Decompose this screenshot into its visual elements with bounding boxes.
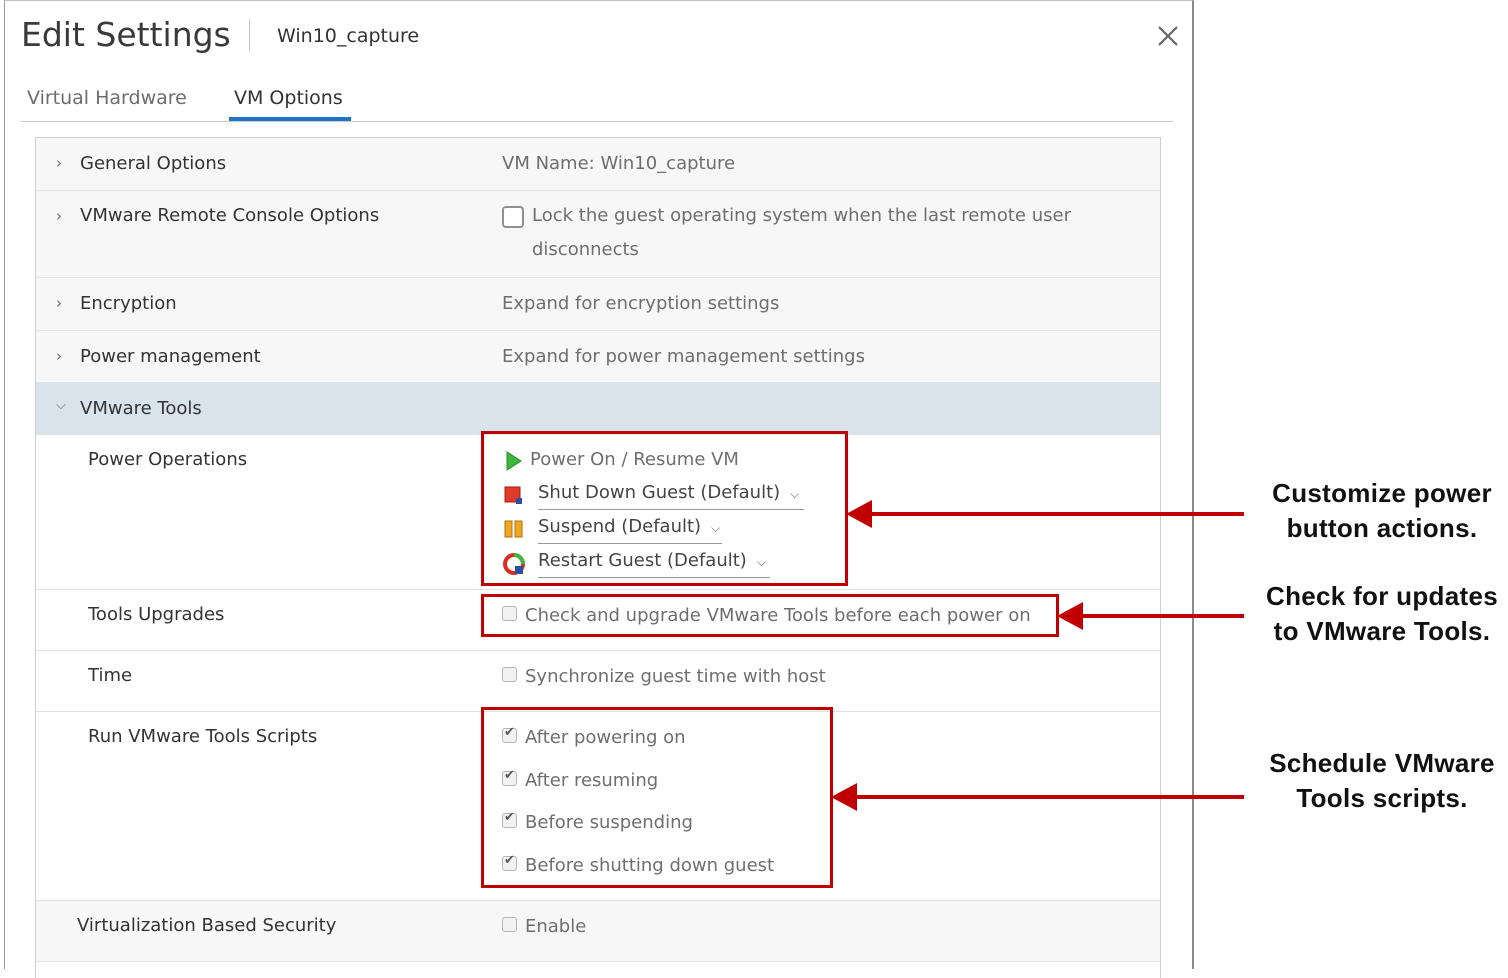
time-label: Time: [88, 665, 133, 686]
callout-power: Customize power button actions.: [1250, 476, 1508, 546]
title-separator: [249, 19, 250, 51]
encryption-label: Encryption: [80, 293, 177, 314]
power-operations-highlight: [481, 431, 848, 586]
run-scripts-label: Run VMware Tools Scripts: [88, 726, 318, 747]
section-power-management[interactable]: › Power management Expand for power mana…: [36, 331, 1160, 383]
tab-vm-options[interactable]: VM Options: [234, 87, 343, 109]
encryption-value: Expand for encryption settings: [502, 293, 780, 314]
arrow-head-scripts: [831, 783, 857, 811]
lock-guest-text-2: disconnects: [532, 239, 639, 260]
lock-guest-text-1: Lock the guest operating system when the…: [532, 205, 1071, 226]
section-virtualization-security: Virtualization Based Security Enable: [36, 901, 1160, 962]
tools-upgrades-highlight: [481, 594, 1059, 637]
callout-updates: Check for updates to VMware Tools.: [1252, 579, 1508, 649]
section-vmware-tools[interactable]: ⌵ VMware Tools: [36, 383, 1160, 435]
callout-updates-line2: to VMware Tools.: [1273, 616, 1491, 646]
tools-upgrades-label: Tools Upgrades: [88, 604, 225, 625]
arrow-line-updates: [1081, 614, 1244, 618]
arrow-line-power: [870, 512, 1244, 516]
chevron-right-icon[interactable]: ›: [56, 347, 62, 365]
tabs-divider: [21, 121, 1173, 122]
lock-guest-checkbox[interactable]: [502, 206, 524, 228]
callout-power-line2: button actions.: [1286, 513, 1478, 543]
callout-scripts: Schedule VMware Tools scripts.: [1252, 746, 1508, 816]
vm-name-subtitle: Win10_capture: [277, 25, 420, 47]
vbs-enable-text: Enable: [525, 916, 587, 937]
chevron-right-icon[interactable]: ›: [56, 207, 62, 225]
sync-time-checkbox[interactable]: [502, 667, 517, 682]
vm-name-value: VM Name: Win10_capture: [502, 153, 736, 174]
arrow-line-scripts: [855, 795, 1244, 799]
dialog-title: Edit Settings: [21, 15, 231, 54]
chevron-right-icon[interactable]: ›: [56, 154, 62, 172]
arrow-head-updates: [1057, 602, 1083, 630]
callout-updates-line1: Check for updates: [1266, 581, 1498, 611]
scripts-highlight: [481, 707, 833, 888]
section-remote-console[interactable]: › VMware Remote Console Options Lock the…: [36, 191, 1160, 278]
remote-console-label: VMware Remote Console Options: [80, 205, 380, 226]
general-options-label: General Options: [80, 153, 227, 174]
callout-scripts-line2: Tools scripts.: [1296, 783, 1468, 813]
vmware-tools-label: VMware Tools: [80, 398, 202, 419]
time-row: Time Synchronize guest time with host: [36, 651, 1160, 712]
chevron-down-icon[interactable]: ⌵: [56, 398, 66, 413]
chevron-right-icon[interactable]: ›: [56, 294, 62, 312]
vbs-enable-checkbox[interactable]: [502, 917, 517, 932]
power-operations-label: Power Operations: [88, 449, 248, 470]
power-management-label: Power management: [80, 346, 261, 367]
sync-time-text: Synchronize guest time with host: [525, 666, 826, 687]
virtualization-security-label: Virtualization Based Security: [77, 915, 337, 936]
callout-scripts-line1: Schedule VMware: [1269, 748, 1495, 778]
callout-power-line1: Customize power: [1272, 478, 1492, 508]
arrow-head-power: [846, 500, 872, 528]
section-encryption[interactable]: › Encryption Expand for encryption setti…: [36, 278, 1160, 331]
power-management-value: Expand for power management settings: [502, 346, 865, 367]
tab-virtual-hardware[interactable]: Virtual Hardware: [27, 87, 187, 109]
close-icon[interactable]: [1153, 21, 1183, 51]
section-general-options[interactable]: › General Options VM Name: Win10_capture: [36, 138, 1160, 191]
